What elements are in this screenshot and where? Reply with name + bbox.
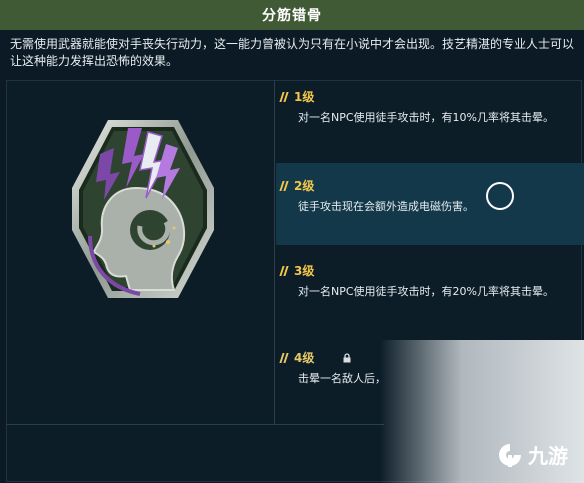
level-3-text: 对一名NPC使用徒手攻击时，有20%几率将其击晕。 <box>298 285 554 298</box>
level-marker-icon <box>280 266 288 276</box>
level-3-label: 3级 <box>294 264 315 278</box>
brain-lightning-emblem-icon <box>72 120 214 298</box>
watermark: 九游 <box>496 440 568 469</box>
level-1-label: 1级 <box>294 90 315 104</box>
perk-title-bar: 分筋错骨 <box>0 0 584 30</box>
level-1-row[interactable]: 1级 对一名NPC使用徒手攻击时，有10%几率将其击晕。 <box>280 88 580 125</box>
jiuyou-logo-icon <box>499 443 521 467</box>
cursor-ring-icon <box>486 182 514 210</box>
level-2-label: 2级 <box>294 179 315 193</box>
level-2-text: 徒手攻击现在会额外造成电磁伤害。 <box>298 200 474 213</box>
level-marker-icon <box>280 181 288 191</box>
level-marker-icon <box>280 92 288 102</box>
watermark-text: 九游 <box>528 444 568 468</box>
perk-title: 分筋错骨 <box>262 8 322 24</box>
level-1-text: 对一名NPC使用徒手攻击时，有10%几率将其击晕。 <box>298 111 554 124</box>
perk-description: 无需使用武器就能使对手丧失行动力，这一能力曾被认为只有在小说中才会出现。技艺精湛… <box>10 37 575 68</box>
level-2-row[interactable]: 2级 徒手攻击现在会额外造成电磁伤害。 <box>276 163 584 245</box>
panel-divider-vertical <box>274 80 275 425</box>
level-marker-icon <box>280 353 288 363</box>
lock-icon <box>343 352 351 362</box>
level-4-label: 4级 <box>294 351 315 365</box>
level-3-row[interactable]: 3级 对一名NPC使用徒手攻击时，有20%几率将其击晕。 <box>280 262 580 299</box>
panel-divider-horizontal <box>6 424 384 425</box>
